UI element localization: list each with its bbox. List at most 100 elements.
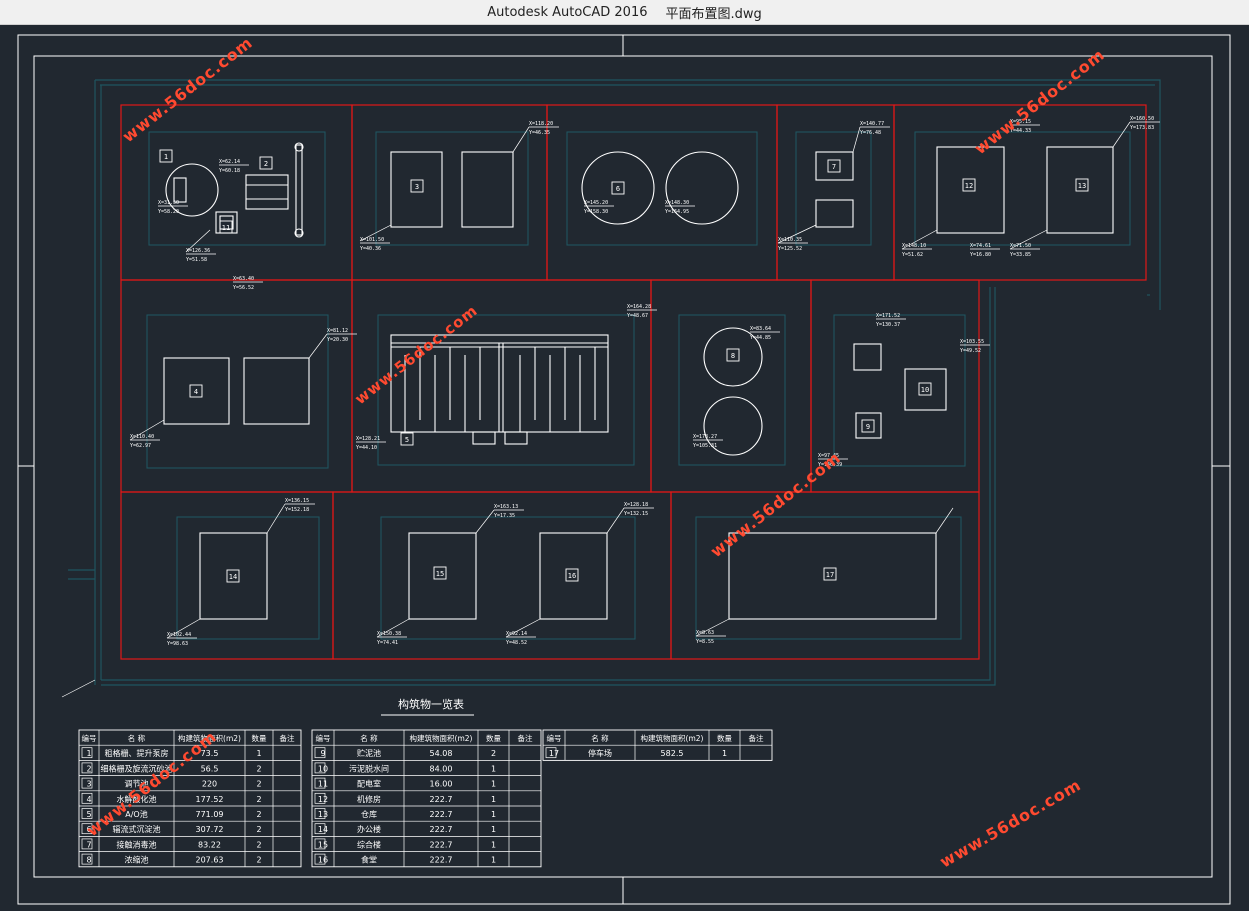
- watermark-text: www.56doc.com: [83, 727, 221, 840]
- table-cell: 2: [256, 810, 261, 819]
- table-cell: 582.5: [661, 749, 684, 758]
- building-label: 10: [918, 382, 932, 396]
- coordinate-y: Y=46.35: [529, 130, 550, 136]
- coordinate-label: X=136.15 Y=152.18: [285, 498, 315, 513]
- coordinate-x: X=128.21: [356, 436, 380, 442]
- structure-table-middle: 编号 名 称 构建筑物面积(m2) 数量 备注 9 贮泥池 54.08 2 10 污泥脱水间 84.0…: [311, 729, 542, 868]
- table-cell: 220: [202, 780, 217, 789]
- table-cell: 1: [491, 795, 496, 804]
- coordinate-x: X=110.35: [778, 237, 802, 243]
- pump-house: [173, 177, 187, 203]
- table-cell: 污泥脱水间: [349, 763, 389, 773]
- coordinate-y: Y=56.52: [233, 285, 254, 291]
- table-header-cell: 数量: [717, 733, 732, 743]
- building-number: 7: [832, 163, 836, 171]
- building-number: 9: [866, 423, 870, 431]
- site-block: [120, 279, 353, 493]
- coordinate-x: X=164.28: [627, 304, 651, 310]
- table-cell: 1: [491, 764, 496, 773]
- table-cell: 16.00: [430, 780, 453, 789]
- coordinate-label: X=148.30 Y=164.95: [665, 200, 695, 215]
- building-label: 1: [159, 149, 173, 163]
- coordinate-x: X=163.13: [494, 504, 518, 510]
- table-cell: 10: [318, 764, 328, 773]
- coordinate-x: X=148.30: [665, 200, 689, 206]
- service-ring: [914, 131, 1131, 246]
- coordinate-y: Y=20.30: [327, 337, 348, 343]
- coordinate-label: X=160.50 Y=173.83: [1130, 116, 1160, 131]
- table-cell: 1: [491, 825, 496, 834]
- building-number: 12: [965, 182, 973, 190]
- table-cell: 2: [256, 764, 261, 773]
- coordinate-x: X=110.40: [130, 434, 154, 440]
- table-cell: 仓库: [361, 809, 377, 819]
- building-label: 9: [861, 419, 875, 433]
- service-ring: [795, 131, 872, 246]
- coordinate-leader-diagonal: [266, 503, 286, 534]
- table-header-cell: 数量: [486, 733, 501, 743]
- table-cell: 配电室: [357, 779, 381, 789]
- table-cell: 5: [86, 810, 91, 819]
- table-header-cell: 编号: [82, 733, 97, 743]
- table-cell: 222.7: [430, 856, 453, 865]
- table-cell: 12: [318, 795, 328, 804]
- coordinate-y: Y=125.52: [778, 246, 802, 252]
- table-cell: 浓缩池: [125, 855, 149, 865]
- table-cell: 1: [256, 749, 261, 758]
- coordinate-label: X=164.28 Y=48.67: [627, 304, 657, 319]
- table-cell: 222.7: [430, 810, 453, 819]
- building-number: 4: [194, 388, 198, 396]
- table-cell: 2: [491, 749, 496, 758]
- coordinate-x: X=63.40: [233, 276, 254, 282]
- table-cell: 84.00: [430, 764, 453, 773]
- table-border: [311, 729, 542, 868]
- coordinate-leader-diagonal: [61, 679, 96, 698]
- table-header-cell: 编号: [547, 733, 562, 743]
- cad-drawing[interactable]: 123456789101112 1314 15 16 17 X=31.50Y=58.20…: [0, 25, 1249, 911]
- coordinate-x: X=171.52: [876, 313, 900, 319]
- drawing-canvas[interactable]: 1 2 3 4 5 6 7 8 9 10 11 12 13 14 15 16 17 X=31.50 Y=58.20…: [0, 25, 1249, 911]
- building-label: 3: [410, 179, 424, 193]
- service-ring: [146, 314, 329, 469]
- table-cell: 1: [491, 856, 496, 865]
- coordinate-x: X=102.44: [167, 632, 191, 638]
- table-cell: 2: [256, 840, 261, 849]
- building-number: 8: [731, 352, 735, 360]
- table-cell: 9: [320, 749, 325, 758]
- coordinate-y: Y=17.35: [494, 513, 515, 519]
- coordinate-label: X=128.18 Y=132.15: [624, 502, 654, 517]
- coordinate-leader-diagonal: [852, 126, 861, 153]
- coordinate-y: Y=152.18: [285, 507, 309, 513]
- table-header-cell: 构建筑物面积(m2): [410, 733, 473, 743]
- table-cell: 停车场: [588, 748, 612, 758]
- table-cell: 1: [491, 780, 496, 789]
- table-cell: 7: [86, 840, 91, 849]
- coordinate-label: X=83.64 Y=44.85: [750, 326, 780, 341]
- coordinate-y: Y=51.58: [186, 257, 207, 263]
- structure-table-right: 编号 名 称 构建筑物面积(m2) 数量 备注 17 停车场 582.5 1: [542, 729, 773, 761]
- building-number: 17: [826, 571, 834, 579]
- table-cell: 307.72: [196, 825, 224, 834]
- table-cell: 食堂: [361, 855, 377, 865]
- building-label: 4: [189, 384, 203, 398]
- coordinate-x: X=83.64: [750, 326, 771, 332]
- table-header-cell: 构建筑物面积(m2): [641, 733, 704, 743]
- table-cell: 1: [491, 840, 496, 849]
- table-header-cell: 名 称: [591, 733, 609, 743]
- service-ring: [375, 131, 529, 246]
- table-cell: 222.7: [430, 840, 453, 849]
- table-cell: 16: [318, 856, 328, 865]
- table-cell: 8: [86, 856, 91, 865]
- site-block: [351, 279, 652, 493]
- coordinate-leader-diagonal: [512, 126, 530, 153]
- watermark-text: www.56doc.com: [937, 775, 1085, 871]
- coordinate-x: X=150.38: [377, 631, 401, 637]
- building-number: 3: [415, 183, 419, 191]
- building-label: 17: [823, 567, 837, 581]
- file-name: 平面布置图.dwg: [665, 6, 762, 22]
- building-number: 1: [164, 153, 168, 161]
- coordinate-x: X=136.15: [285, 498, 309, 504]
- coordinate-x: X=118.20: [529, 121, 553, 127]
- coordinate-x: X=148.10: [902, 243, 926, 249]
- table-cell: 综合楼: [357, 839, 381, 849]
